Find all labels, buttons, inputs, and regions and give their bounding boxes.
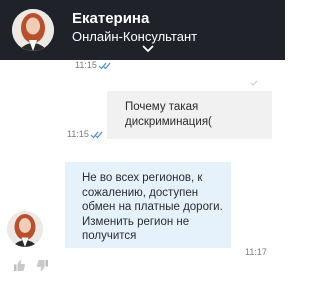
outgoing-message-bubble: Почему такая дискриминация( [107, 91, 272, 139]
double-check-icon [98, 62, 111, 70]
operator-role: Онлайн-Консультант [72, 29, 198, 44]
chevron-down-icon[interactable] [141, 44, 155, 54]
chat-header: Екатерина Онлайн-Консультант [0, 0, 285, 60]
previous-message-time: 11:15 [75, 60, 97, 70]
incoming-message-bubble: Не во всех регионов, к сожалению, доступ… [65, 162, 231, 248]
message-text: Почему такая дискриминация( [125, 101, 212, 128]
thumb-up-icon[interactable] [13, 259, 26, 272]
operator-avatar [12, 9, 54, 51]
double-check-icon [250, 80, 258, 86]
message-list[interactable]: 11:15 Почему такая дискриминация( 11:15 … [0, 60, 285, 284]
thumb-down-icon[interactable] [36, 259, 49, 272]
double-check-icon [90, 131, 103, 139]
operator-avatar [7, 211, 43, 247]
message-time: 11:17 [245, 247, 267, 257]
operator-name: Екатерина [72, 10, 150, 27]
message-time: 11:15 [67, 129, 89, 139]
message-text: Не во всех регионов, к сожалению, доступ… [82, 172, 223, 242]
